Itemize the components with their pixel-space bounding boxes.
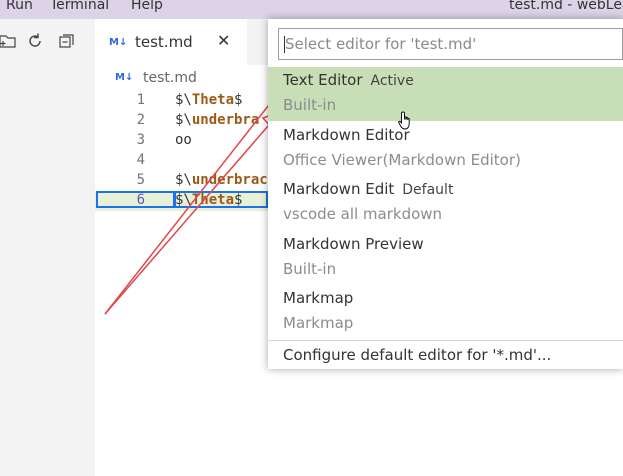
picker-separator bbox=[268, 340, 623, 341]
picker-item-markdown-preview[interactable]: Markdown Preview Built-in bbox=[268, 231, 623, 285]
picker-item-title: Markdown Editor bbox=[283, 126, 410, 144]
picker-item-markdown-edit[interactable]: Markdown Edit Default vscode all markdown bbox=[268, 176, 623, 230]
editor-picker-input-box[interactable] bbox=[278, 28, 623, 60]
picker-item-description: Active bbox=[370, 73, 414, 89]
picker-item-description: Default bbox=[402, 182, 454, 198]
picker-item-markmap[interactable]: Markmap Markmap bbox=[268, 285, 623, 339]
editor-picker-input[interactable] bbox=[280, 30, 623, 57]
picker-item-title: Markdown Preview bbox=[283, 235, 424, 253]
picker-item-title: Markmap bbox=[283, 289, 354, 307]
annotation-arrow-line bbox=[104, 100, 273, 315]
picker-item-text-editor[interactable]: Text Editor Active Built-in bbox=[268, 67, 623, 121]
picker-item-source: Built-in bbox=[283, 96, 337, 114]
picker-item-title: Markdown Edit bbox=[283, 180, 395, 198]
hand-cursor-icon bbox=[398, 111, 410, 130]
picker-item-source: Markmap bbox=[283, 314, 354, 332]
picker-item-markdown-editor[interactable]: Markdown Editor Office Viewer(Markdown E… bbox=[268, 122, 623, 176]
annotation-arrow-line bbox=[104, 117, 276, 315]
picker-item-source: vscode all markdown bbox=[283, 205, 443, 223]
picker-item-title: Text Editor bbox=[283, 71, 363, 89]
editor-picker[interactable]: Text Editor Active Built-in Markdown Edit… bbox=[268, 19, 623, 369]
text-caret bbox=[284, 36, 285, 53]
picker-item-source: Built-in bbox=[283, 260, 337, 278]
picker-item-source: Office Viewer(Markdown Editor) bbox=[283, 151, 521, 169]
configure-default-editor-item[interactable]: Configure default editor for '*.md'... bbox=[283, 346, 551, 364]
